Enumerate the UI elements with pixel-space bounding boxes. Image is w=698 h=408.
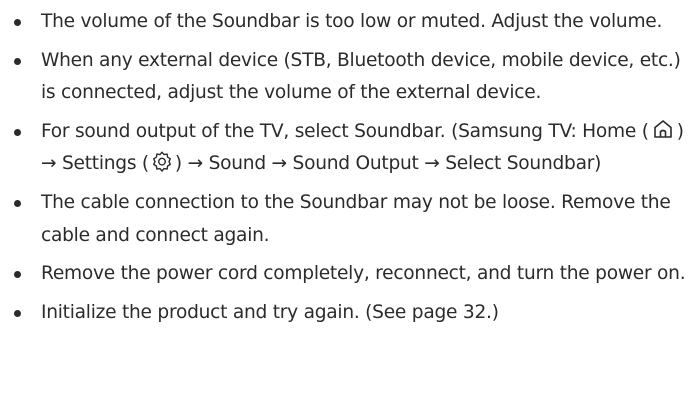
tip-text-part-1: For sound output of the TV, select Sound… <box>41 120 649 142</box>
home-icon <box>651 118 675 140</box>
bullet <box>14 309 21 317</box>
list-item-sound-output: For sound output of the TV, select Sound… <box>10 116 688 181</box>
list-item-cable: The cable connection to the Soundbar may… <box>10 187 688 252</box>
tip-text: Initialize the product and try again. (S… <box>41 301 499 323</box>
tip-text: The volume of the Soundbar is too low or… <box>41 11 663 32</box>
list-item-volume: The volume of the Soundbar is too low or… <box>10 6 688 39</box>
bullet <box>14 200 21 208</box>
bullet <box>14 19 21 26</box>
tip-text-part-3: ) → Sound → Sound Output → Select Soundb… <box>174 153 602 175</box>
tip-text: The cable connection to the Soundbar may… <box>41 192 671 246</box>
tip-text: When any external device (STB, Bluetooth… <box>41 49 681 104</box>
troubleshooting-document: The volume of the Soundbar is too low or… <box>0 0 698 408</box>
bullet <box>14 57 21 65</box>
bullet <box>14 128 21 136</box>
bullet <box>14 271 21 279</box>
tip-text: Remove the power cord completely, reconn… <box>41 263 686 285</box>
gear-icon <box>151 150 173 173</box>
list-item-external-device: When any external device (STB, Bluetooth… <box>10 45 688 110</box>
tips-list: The volume of the Soundbar is too low or… <box>10 6 688 329</box>
list-item-power-cord: Remove the power cord completely, reconn… <box>10 258 688 291</box>
list-item-initialize: Initialize the product and try again. (S… <box>10 297 688 330</box>
